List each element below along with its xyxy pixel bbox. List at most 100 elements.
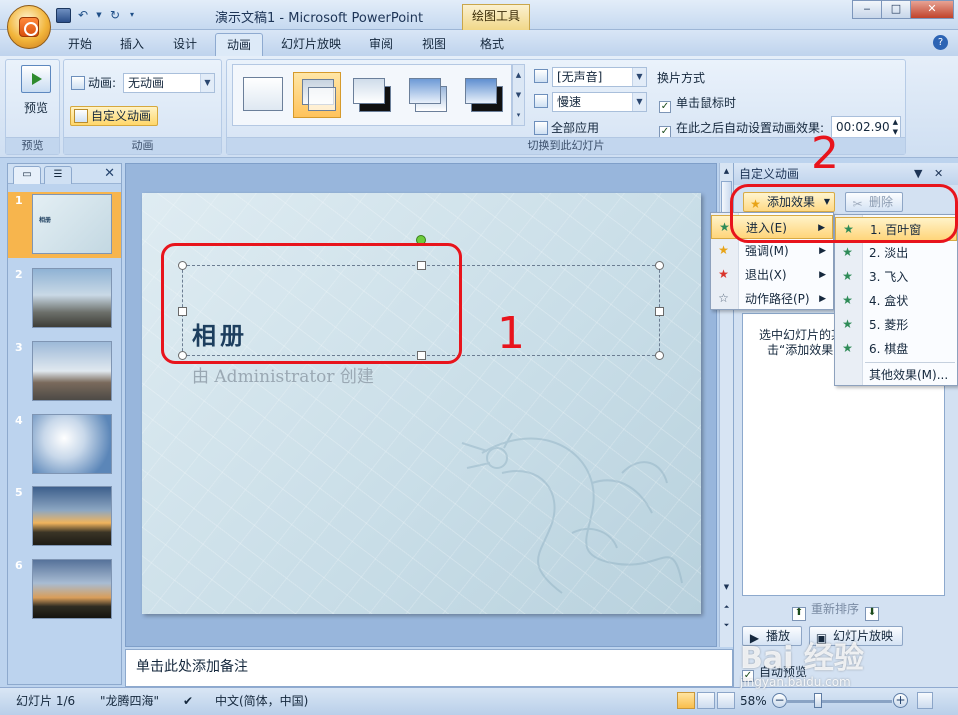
slide-thumb-image [32,341,112,401]
spinner-arrows-icon[interactable]: ▲ ▼ [893,117,898,137]
menu-item-label: 4. 盒状 [869,294,909,308]
group-animation-label: 动画 [64,137,221,154]
spell-check-icon[interactable]: ✔ [183,688,193,714]
maximize-button[interactable]: □ [881,0,911,19]
zoom-in-icon[interactable]: + [893,693,908,708]
zoom-slider-thumb[interactable] [814,693,822,708]
motion-path-star-icon: ☆ [718,291,729,305]
slide-thumb-image [32,414,112,474]
slide-thumb-image [32,268,112,328]
undo-dropdown-icon[interactable]: ▼ [95,6,103,24]
scroll-up-icon[interactable]: ▲ [721,167,732,175]
zoom-out-icon[interactable]: − [772,693,787,708]
slide-thumbnail-1[interactable]: 1 相册 [8,192,121,258]
tab-outline[interactable]: ☰ [44,166,72,184]
effect-fly-in[interactable]: ★ 3. 飞入 [835,265,957,289]
zoom-level[interactable]: 58% [740,688,767,714]
auto-after-checkbox[interactable]: ✓ 在此之后自动设置动画效果: [659,119,824,138]
language-status[interactable]: 中文(简体，中国) [215,688,308,714]
next-slide-icon[interactable]: ⏷ [721,621,732,630]
slideshow-view-button[interactable] [717,692,735,709]
transition-cut[interactable] [405,72,453,118]
close-icon[interactable]: ✕ [934,163,943,185]
tab-format[interactable]: 格式 [470,33,514,56]
speed-select[interactable]: 慢速 ▼ [552,92,647,112]
apply-all-icon [534,121,548,135]
zoom-slider[interactable] [786,700,892,703]
close-icon[interactable]: ✕ [104,166,115,181]
slide-thumbnail-5[interactable]: 5 [8,484,121,550]
resize-handle[interactable] [655,351,664,360]
animation-select[interactable]: 无动画 ▼ [123,73,215,93]
slide-thumbnail-3[interactable]: 3 [8,339,121,405]
animation-label: 动画: [88,76,117,90]
group-preview-label: 预览 [6,137,59,154]
effect-checkerboard[interactable]: ★ 6. 棋盘 [835,337,957,361]
transition-fade-smooth[interactable] [293,72,341,118]
effect-more[interactable]: 其他效果(M)... [835,363,957,387]
help-icon[interactable]: ? [933,35,948,50]
previous-slide-icon[interactable]: ⏶ [721,603,732,612]
effect-fade[interactable]: ★ 2. 淡出 [835,241,957,265]
menu-item-label: 5. 菱形 [869,318,909,332]
reorder-control[interactable]: ⬆ 重新排序 ⬇ [792,600,884,621]
slide-thumb-title: 相册 [39,217,52,224]
resize-handle[interactable] [655,307,664,316]
notes-pane[interactable]: 单击此处添加备注 [125,649,733,687]
tab-review[interactable]: 审阅 [359,33,403,56]
save-icon[interactable] [56,8,71,23]
slide-thumbnail-4[interactable]: 4 [8,412,121,478]
on-click-checkbox[interactable]: ✓ 单击鼠标时 [659,94,736,113]
tab-view[interactable]: 视图 [412,33,456,56]
menu-item-motion-path[interactable]: ☆ 动作路径(P) ▶ [711,287,833,311]
normal-view-button[interactable] [677,692,695,709]
tab-home[interactable]: 开始 [58,33,102,56]
sound-select[interactable]: [无声音] ▼ [552,67,647,87]
slide-thumbnail-6[interactable]: 6 [8,557,121,623]
redo-icon[interactable]: ↻ [106,6,124,24]
transition-fade-black[interactable] [349,72,397,118]
tab-animation[interactable]: 动画 [215,33,263,56]
preview-icon [21,65,51,93]
tab-design[interactable]: 设计 [163,33,207,56]
undo-icon[interactable]: ↶ [74,6,92,24]
task-pane-title: 自定义动画 [739,167,800,181]
tab-insert[interactable]: 插入 [110,33,154,56]
custom-animation-icon [74,109,88,123]
exit-star-icon: ★ [718,267,729,281]
tab-slides[interactable]: ▭ [13,166,41,184]
slide-number: 6 [15,559,23,572]
move-down-icon[interactable]: ⬇ [865,607,880,621]
tab-slideshow[interactable]: 幻灯片放映 [272,33,350,56]
custom-animation-label: 自定义动画 [91,109,152,123]
reorder-label: 重新排序 [811,602,860,616]
office-button[interactable] [7,5,51,49]
watermark-sub: jingyan.baidu.com [740,675,851,689]
preview-button[interactable]: 预览 [12,65,60,116]
transition-none[interactable] [239,72,287,118]
customize-qat-icon[interactable]: ▾ [127,6,137,24]
on-click-label: 单击鼠标时 [676,96,737,110]
minimize-button[interactable]: ‒ [852,0,882,19]
effect-box[interactable]: ★ 4. 盒状 [835,289,957,313]
apply-all-button[interactable]: 全部应用 [534,119,599,136]
slide-number: 1 [15,194,23,207]
transition-cut-black[interactable] [461,72,509,118]
watermark: Bai 经验 jingyan.baidu.com [740,633,864,689]
fit-to-window-icon[interactable] [917,692,933,709]
pane-options-icon[interactable]: ▼ [914,163,922,185]
effect-diamond[interactable]: ★ 5. 菱形 [835,313,957,337]
resize-handle[interactable] [655,261,664,270]
speed-icon [534,94,548,108]
scroll-down-icon[interactable]: ▼ [721,583,732,591]
close-button[interactable]: ✕ [910,0,954,19]
auto-time-spinner[interactable]: 00:02.90 ▲ ▼ [831,116,901,138]
menu-item-exit[interactable]: ★ 退出(X) ▶ [711,263,833,287]
gallery-scroll[interactable]: ▲ ▼ ▾ [512,64,525,126]
move-up-icon[interactable]: ⬆ [792,607,806,621]
custom-animation-button[interactable]: 自定义动画 [70,106,159,126]
slide-sorter-button[interactable] [697,692,715,709]
watermark-main: Bai 经验 [740,641,864,676]
slide-thumbnail-2[interactable]: 2 [8,266,121,332]
group-transition-label: 切换到此幻灯片 [227,137,905,154]
